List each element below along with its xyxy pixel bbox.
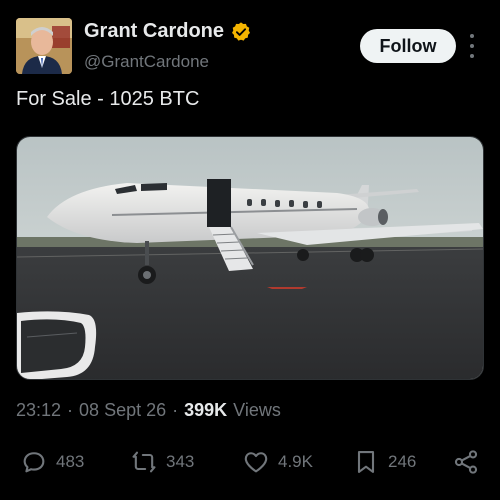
avatar[interactable] [16,18,72,74]
tweet-media-image[interactable] [16,136,484,380]
tweet-meta: 23:12 · 08 Sept 26 · 399K Views [16,400,281,421]
reply-icon [23,452,45,473]
tweet-text: For Sale - 1025 BTC [16,88,200,110]
bookmark-button[interactable]: 246 [352,448,416,476]
reply-count: 483 [56,452,85,471]
like-count: 4.9K [278,452,313,471]
share-button[interactable] [452,448,480,476]
avatar-image [16,18,72,74]
repost-icon [132,451,156,473]
meta-separator: · [172,400,179,420]
author-name-row: Grant Cardone [84,20,252,43]
verified-badge-icon [232,21,251,41]
views-label: Views [233,400,281,420]
repost-count: 343 [166,452,195,471]
private-jet-photo [17,137,483,379]
bookmark-icon [357,451,375,473]
tweet-time[interactable]: 23:12 [16,400,61,421]
tweet-date[interactable]: 08 Sept 26 [79,400,166,421]
follow-button[interactable]: Follow [360,29,456,63]
meta-separator: · [67,400,74,420]
share-icon [454,450,478,474]
more-icon[interactable] [463,34,481,58]
reply-button[interactable]: 483 [20,448,84,476]
bookmark-count: 246 [388,452,417,471]
repost-button[interactable]: 343 [130,448,194,476]
like-icon [244,452,268,473]
display-name[interactable]: Grant Cardone [84,20,224,43]
handle[interactable]: @GrantCardone [84,52,209,72]
action-bar: 483 343 4.9K 246 [0,448,500,484]
views-count[interactable]: 399K [184,400,227,421]
like-button[interactable]: 4.9K [242,448,313,476]
